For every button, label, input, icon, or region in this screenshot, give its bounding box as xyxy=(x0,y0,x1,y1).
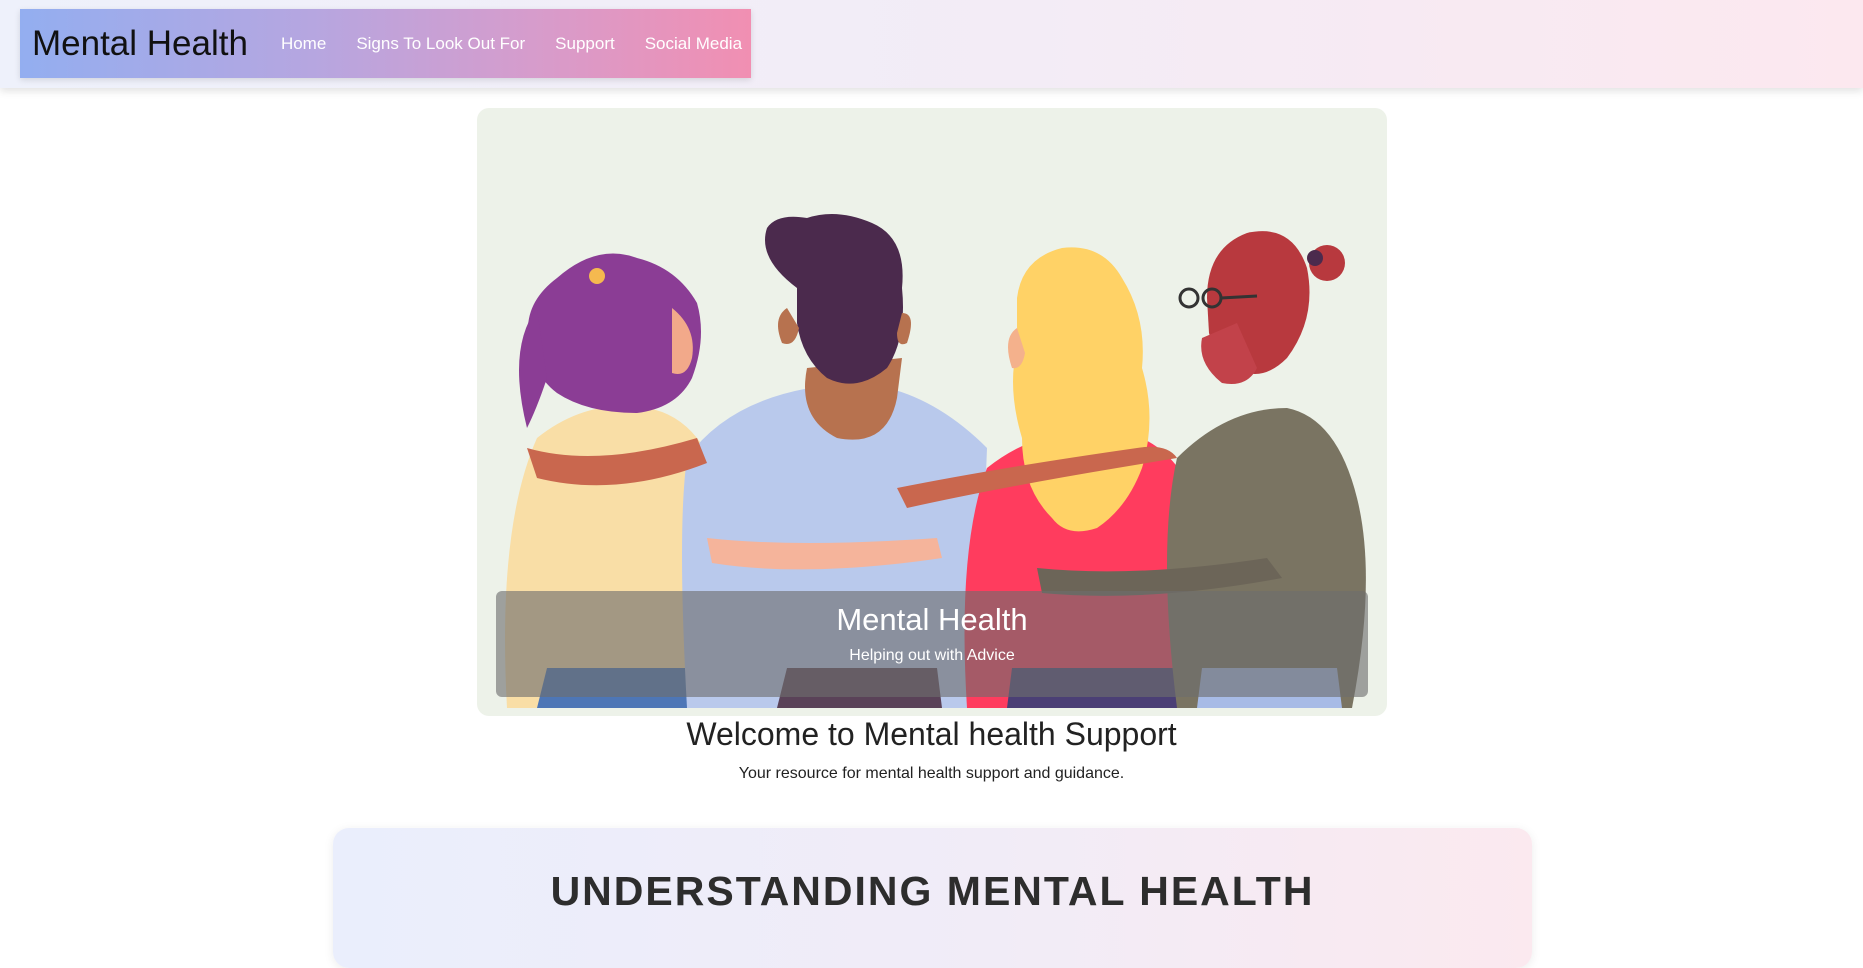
nav-link-social-media[interactable]: Social Media xyxy=(645,34,742,54)
welcome-subtitle: Your resource for mental health support … xyxy=(738,765,1125,782)
hero-caption-title: Mental Health xyxy=(836,602,1028,637)
top-header: Mental Health Home Signs To Look Out For… xyxy=(0,0,1863,88)
nav-link-home[interactable]: Home xyxy=(281,34,326,54)
welcome-title: Welcome to Mental health Support xyxy=(686,716,1177,752)
nav-link-signs[interactable]: Signs To Look Out For xyxy=(356,34,525,54)
welcome-section: Welcome to Mental health Support Your re… xyxy=(0,716,1863,783)
understanding-section-title: UNDERSTANDING MENTAL HEALTH xyxy=(550,868,1315,914)
navbar: Mental Health Home Signs To Look Out For… xyxy=(20,9,751,78)
main-nav: Home Signs To Look Out For Support Socia… xyxy=(266,34,757,54)
understanding-section-card: UNDERSTANDING MENTAL HEALTH xyxy=(333,828,1532,968)
nav-link-support[interactable]: Support xyxy=(555,34,615,54)
hero-banner: Mental Health Helping out with Advice xyxy=(477,108,1387,716)
brand-logo-text[interactable]: Mental Health xyxy=(32,24,248,64)
hero-caption: Mental Health Helping out with Advice xyxy=(496,591,1368,697)
hero-caption-subtitle: Helping out with Advice xyxy=(849,647,1015,664)
